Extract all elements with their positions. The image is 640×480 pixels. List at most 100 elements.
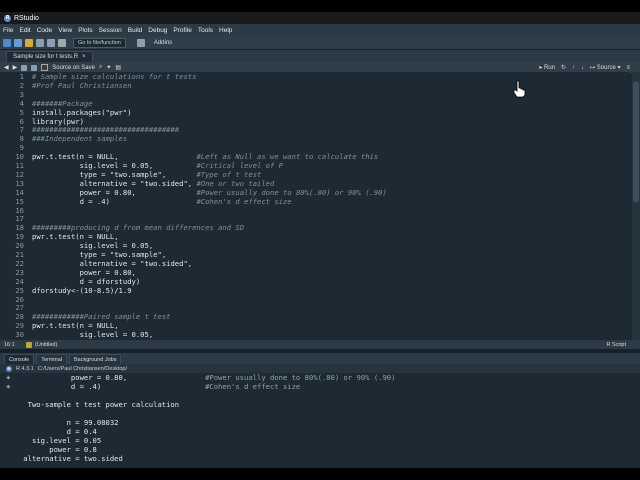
menu-item-code[interactable]: Code (37, 27, 53, 34)
code-line[interactable]: 29 pwr.t.test(n = NULL, (0, 321, 630, 330)
code-line[interactable]: 15 d = .4) #Cohen's d effect size (0, 197, 630, 206)
console-text: + d = .4) (6, 382, 206, 391)
save-icon[interactable] (31, 64, 38, 71)
code-line[interactable]: 28 ############Paired sample t test (0, 312, 630, 321)
console-line: sig.level = 0.05 (6, 436, 101, 445)
code-line[interactable]: 13 alternative = "two.sided", #One or tw… (0, 179, 630, 188)
menu-item-session[interactable]: Session (99, 27, 122, 34)
code-line[interactable]: 14 power = 0.80, #Power usually done to … (0, 188, 630, 197)
new-project-icon[interactable] (14, 38, 22, 47)
code-line[interactable]: 23 power = 0.80, (0, 268, 630, 277)
compile-icon[interactable]: ▤ (115, 64, 121, 71)
scope-selector[interactable]: (Untitled) (26, 341, 57, 348)
code-line[interactable]: 20 sig.level = 0.05, (0, 241, 630, 250)
scrollbar-thumb[interactable] (633, 82, 639, 202)
line-number: 29 (15, 321, 24, 331)
code-line[interactable]: 25 dforstudy<-(10-8.5)/1.9 (0, 286, 630, 295)
line-number: 9 (19, 143, 24, 153)
save-all-icon[interactable] (47, 38, 55, 47)
code-line[interactable]: 22 alternative = "two.sided", (0, 259, 630, 268)
code-line[interactable]: 19 pwr.t.test(n = NULL, (0, 232, 630, 241)
menu-item-debug[interactable]: Debug (148, 27, 167, 34)
menu-item-file[interactable]: File (3, 27, 13, 34)
code-line[interactable]: 27 (0, 303, 630, 312)
menu-item-plots[interactable]: Plots (78, 27, 92, 34)
code-line[interactable]: 24 d = dforstudy) (0, 277, 630, 286)
search-icon[interactable]: ⌕ (99, 64, 102, 71)
code-line[interactable]: 26 (0, 295, 630, 304)
code-line[interactable]: 10 pwr.t.test(n = NULL, #Left as Null as … (0, 152, 630, 161)
source-on-save-checkbox[interactable] (41, 64, 49, 71)
print-icon[interactable] (58, 38, 66, 47)
outline-icon[interactable]: ≡ (626, 65, 630, 71)
code-text: sig.level = 0.05, (32, 330, 154, 340)
source-button[interactable]: ↦ Source ▾ (590, 64, 620, 71)
forward-arrow-icon[interactable]: ▶ (13, 64, 18, 71)
working-directory[interactable]: C:/Users/Paul Christiansen/Desktop/ (38, 366, 127, 372)
code-line[interactable]: 17 (0, 214, 630, 223)
wand-icon[interactable]: ✦ (106, 64, 111, 71)
save-icon[interactable] (36, 38, 44, 47)
code-comment: ############Paired sample t test (32, 312, 171, 322)
code-line[interactable]: 3 (0, 90, 630, 99)
line-number: 2 (19, 80, 24, 90)
tab-background-jobs[interactable]: Background Jobs (68, 354, 122, 364)
code-text: pwr.t.test(n = NULL, (32, 232, 119, 242)
line-number: 26 (15, 294, 24, 304)
console-text: + power = 0.80, (6, 373, 206, 382)
code-line[interactable]: 30 sig.level = 0.05, (0, 330, 630, 339)
code-line[interactable]: 21 type = "two.sample", (0, 250, 630, 259)
menu-item-profile[interactable]: Profile (173, 27, 191, 34)
code-line[interactable]: 7 ################################## (0, 125, 630, 134)
code-line[interactable]: 1 # Sample size calculations for t tests (0, 72, 630, 81)
line-number: 4 (19, 98, 24, 108)
source-on-save-label: Source on Save (52, 64, 95, 71)
code-line[interactable]: 11 sig.level = 0.05, #Critical level of … (0, 161, 630, 170)
menu-item-tools[interactable]: Tools (198, 27, 213, 34)
code-line[interactable]: 16 (0, 206, 630, 215)
run-button[interactable]: ▸ Run (539, 64, 555, 71)
code-text: d = dforstudy) (32, 276, 141, 286)
code-line[interactable]: 2 #Prof Paul Christiansen (0, 81, 630, 90)
new-file-icon[interactable] (3, 38, 11, 47)
code-line[interactable]: 5 install.packages("pwr") (0, 108, 630, 117)
menu-item-view[interactable]: View (58, 27, 72, 34)
layout-icon[interactable] (136, 38, 145, 47)
line-number: 27 (15, 303, 24, 313)
back-arrow-icon[interactable]: ◀ (4, 64, 9, 71)
menu-item-build[interactable]: Build (128, 27, 142, 34)
code-line[interactable]: 8 ###Independent samples (0, 134, 630, 143)
addins-button[interactable]: Addins (154, 40, 172, 46)
rerun-icon[interactable]: ↻ (561, 64, 566, 71)
show-in-window-icon[interactable] (21, 64, 28, 71)
tab-terminal[interactable]: Terminal (36, 354, 67, 364)
file-type-label[interactable]: R Script (606, 342, 626, 348)
line-number: 10 (15, 152, 24, 162)
goto-file-input[interactable]: Go to file/function (73, 37, 126, 48)
line-number: 20 (15, 241, 24, 251)
menu-item-help[interactable]: Help (219, 27, 232, 34)
code-line[interactable]: 6 library(pwr) (0, 117, 630, 126)
tab-console[interactable]: Console (4, 354, 35, 364)
editor-tab[interactable]: Sample size for t tests.R × (6, 51, 93, 62)
console-line: d = 0.4 (6, 427, 97, 436)
open-file-icon[interactable] (25, 38, 33, 47)
line-number: 15 (15, 196, 24, 206)
code-text: power = 0.80, (32, 267, 136, 277)
code-comment: #Prof Paul Christiansen (32, 80, 132, 90)
code-line[interactable]: 18 #########producing d from mean differe… (0, 223, 630, 232)
console-output[interactable]: + power = 0.80, #Power usually done to 8… (0, 373, 632, 463)
code-comment: # Sample size calculations for t tests (32, 72, 197, 81)
console-text: alternative = two.sided (6, 454, 123, 463)
up-arrow-icon[interactable]: ↑ (572, 65, 575, 71)
menu-item-edit[interactable]: Edit (19, 27, 30, 34)
code-line[interactable]: 9 (0, 143, 630, 152)
down-arrow-icon[interactable]: ↓ (581, 65, 584, 71)
line-number: 18 (15, 223, 24, 233)
close-icon[interactable]: × (82, 54, 86, 60)
code-line[interactable]: 12 type = "two.sample", #Type of t test (0, 170, 630, 179)
code-editor[interactable]: 1 # Sample size calculations for t tests 2… (0, 72, 630, 340)
code-line[interactable]: 4 #######Package (0, 99, 630, 108)
editor-scrollbar[interactable] (632, 72, 640, 340)
code-comment: #Critical level of P (196, 161, 283, 170)
